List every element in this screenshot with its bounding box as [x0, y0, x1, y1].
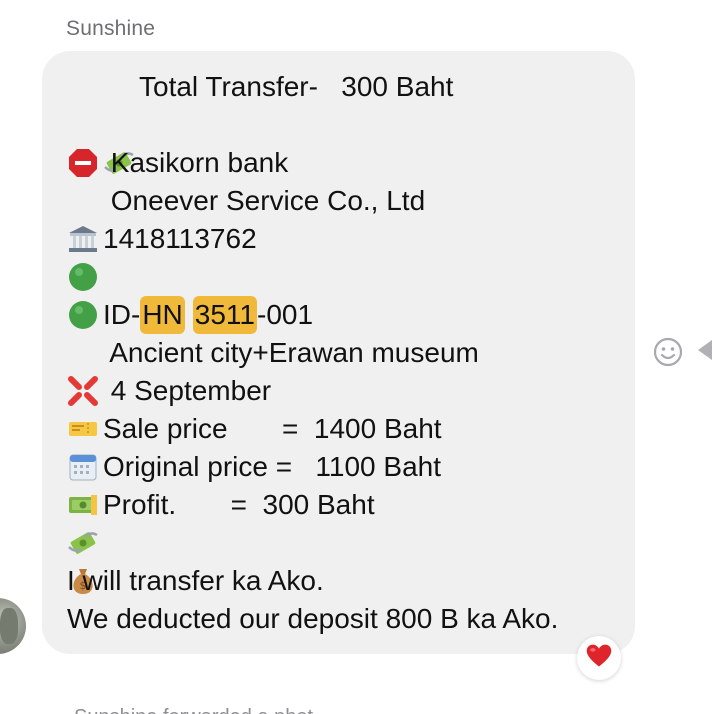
- message-line-date: 4 September: [67, 372, 272, 481]
- message-line-original-price: Original price = 1100 Baht: [67, 448, 442, 554]
- money-bag-icon: $: [67, 489, 99, 594]
- message-line-account-number: 1418113762: [67, 220, 257, 329]
- sender-name: Sunshine: [66, 17, 156, 40]
- booking-id-highlight-1: HN: [140, 296, 185, 334]
- ticket-icon: [67, 337, 99, 436]
- next-message-partial: Sunshine forwarded a phot: [74, 706, 313, 714]
- message-line-transfer-note: I will transfer ka Ako.: [67, 562, 324, 600]
- message-line-text: Sale price = 1400 Baht: [103, 413, 442, 444]
- heart-icon: [585, 642, 613, 675]
- reply-icon[interactable]: [698, 340, 712, 360]
- message-line-company: Oneever Service Co., Ltd: [67, 182, 426, 291]
- green-circle-icon: [67, 223, 99, 329]
- booking-id-prefix: ID-: [103, 299, 141, 330]
- message-line-bank: Kasikorn bank: [67, 144, 289, 252]
- message-line-profit: $ Profit. = 300 Baht: [67, 486, 375, 594]
- stop-sign-icon: [67, 71, 99, 177]
- message-line-sale-price: Sale price = 1400 Baht: [67, 410, 442, 515]
- message-line-text: Oneever Service Co., Ltd: [103, 185, 426, 216]
- anger-symbol-icon: [67, 299, 99, 406]
- message-line-text: 1418113762: [103, 223, 257, 254]
- message-line-text: Profit. = 300 Baht: [103, 489, 375, 520]
- message-line-booking-id: ID- HN 3511 -001: [67, 296, 314, 406]
- add-reaction-icon[interactable]: [652, 336, 684, 368]
- calendar-icon: [67, 375, 99, 481]
- chat-screen: Sunshine Total Transfer- 300 Baht Kasiko…: [0, 0, 712, 714]
- green-circle-icon: [67, 185, 99, 291]
- message-line-text: I will transfer ka Ako.: [67, 565, 324, 596]
- bank-icon: [67, 147, 99, 252]
- message-line-text: 4 September: [103, 375, 272, 406]
- money-with-wings-icon: [103, 71, 135, 174]
- message-line-transfer: Total Transfer- 300 Baht: [67, 68, 454, 177]
- message-line-text: Original price = 1100 Baht: [103, 451, 442, 482]
- message-line-text: Kasikorn bank: [103, 147, 289, 178]
- message-line-text: We deducted our deposit 800 B ka Ako.: [67, 603, 559, 634]
- message-line-tour: Ancient city+Erawan museum: [67, 334, 479, 436]
- banknote-icon: [67, 413, 99, 515]
- booking-id-suffix: -001: [257, 299, 314, 330]
- message-line-deposit-note: We deducted our deposit 800 B ka Ako.: [67, 600, 558, 638]
- sender-avatar[interactable]: [0, 598, 26, 654]
- reaction-badge[interactable]: [577, 636, 621, 680]
- money-with-wings-icon: [67, 451, 99, 554]
- booking-id-highlight-2: 3511: [192, 296, 257, 334]
- message-line-text: Total Transfer- 300 Baht: [139, 71, 454, 102]
- message-line-text: Ancient city+Erawan museum: [103, 337, 479, 368]
